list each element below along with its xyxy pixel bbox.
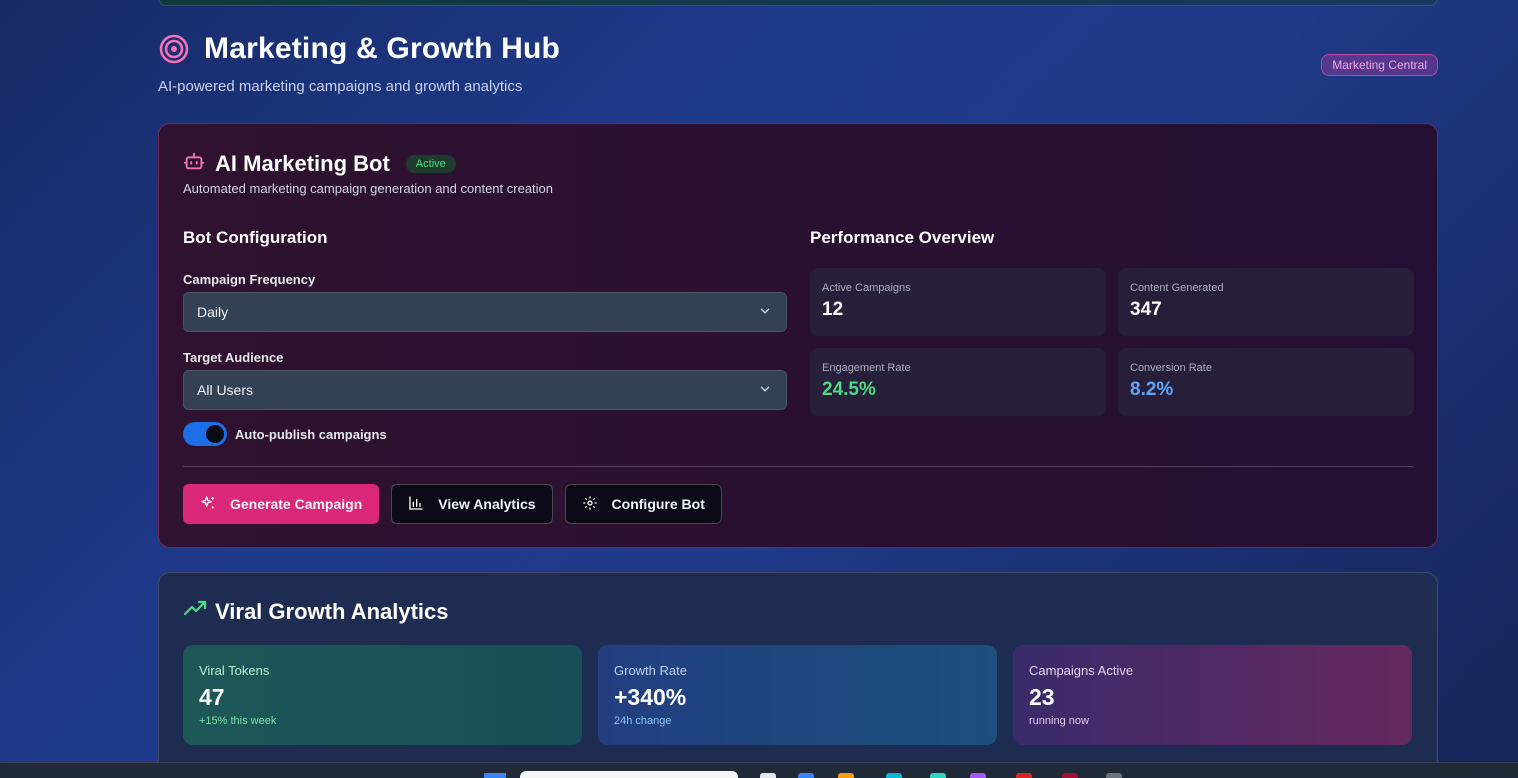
configure-bot-label: Configure Bot (611, 496, 705, 512)
tile-label: Growth Rate (614, 663, 687, 678)
bot-description: Automated marketing campaign generation … (183, 181, 554, 196)
divider (183, 466, 1413, 467)
stat-conversion-rate: Conversion Rate 8.2% (1118, 348, 1414, 416)
stat-value: 8.2% (1130, 379, 1174, 400)
target-audience-select[interactable]: All Users (183, 370, 787, 410)
tile-value: +340% (614, 684, 687, 710)
target-audience-label: Target Audience (183, 350, 284, 365)
performance-overview: Performance Overview Active Campaigns 12… (810, 228, 1414, 416)
bot-icon (183, 150, 205, 177)
taskbar-app-icon[interactable] (838, 773, 854, 778)
taskbar-app-icon[interactable] (930, 773, 946, 778)
stat-label: Conversion Rate (1130, 362, 1212, 374)
tile-note: +15% this week (199, 715, 277, 727)
trending-up-icon (183, 597, 207, 626)
tile-note: running now (1029, 715, 1089, 727)
tile-value: 23 (1029, 684, 1055, 710)
gear-icon (582, 495, 598, 514)
taskbar-search-box[interactable] (520, 771, 738, 778)
stat-engagement-rate: Engagement Rate 24.5% (810, 348, 1106, 416)
chevron-down-icon (758, 304, 772, 321)
viral-growth-analytics-card: Viral Growth Analytics Viral Tokens 47 +… (158, 572, 1438, 778)
sparkles-icon (200, 495, 216, 514)
view-analytics-button[interactable]: View Analytics (391, 484, 553, 524)
taskbar-app-icon[interactable] (760, 773, 776, 778)
taskbar-app-icon[interactable] (970, 773, 986, 778)
growth-title: Viral Growth Analytics (215, 598, 449, 624)
stat-active-campaigns: Active Campaigns 12 (810, 268, 1106, 336)
performance-overview-title: Performance Overview (810, 228, 995, 247)
bar-chart-icon (408, 495, 424, 514)
viral-tokens-tile: Viral Tokens 47 +15% this week (183, 645, 582, 745)
previous-section-edge (158, 0, 1438, 6)
auto-publish-toggle[interactable] (183, 422, 227, 446)
configure-bot-button[interactable]: Configure Bot (564, 484, 722, 524)
taskbar-app-icon[interactable] (1106, 773, 1122, 778)
bot-configuration-title: Bot Configuration (183, 228, 328, 247)
stat-value: 24.5% (822, 379, 876, 400)
campaigns-active-tile: Campaigns Active 23 running now (1013, 645, 1412, 745)
ai-marketing-bot-card: AI Marketing Bot Active Automated market… (158, 123, 1438, 548)
bot-configuration: Bot Configuration Campaign Frequency Dai… (183, 228, 787, 446)
taskbar-app-icon[interactable] (1016, 773, 1032, 778)
os-taskbar (0, 762, 1518, 778)
tile-label: Viral Tokens (199, 663, 270, 678)
campaign-frequency-value: Daily (197, 304, 229, 320)
tile-value: 47 (199, 684, 225, 710)
campaign-frequency-select[interactable]: Daily (183, 292, 787, 332)
toggle-knob (206, 425, 224, 443)
stat-label: Engagement Rate (822, 362, 911, 374)
chevron-down-icon (758, 382, 772, 399)
view-analytics-label: View Analytics (438, 496, 536, 512)
generate-campaign-label: Generate Campaign (230, 496, 363, 512)
stat-label: Content Generated (1130, 282, 1224, 294)
page-subtitle: AI-powered marketing campaigns and growt… (158, 78, 523, 95)
windows-start-icon[interactable] (484, 773, 506, 778)
growth-rate-tile: Growth Rate +340% 24h change (598, 645, 997, 745)
stat-value: 12 (822, 299, 844, 320)
target-audience-value: All Users (197, 382, 254, 398)
bot-status-badge: Active (405, 154, 456, 173)
generate-campaign-button[interactable]: Generate Campaign (183, 484, 380, 524)
taskbar-app-icon[interactable] (886, 773, 902, 778)
taskbar-app-icon[interactable] (798, 773, 814, 778)
target-icon (158, 33, 190, 65)
stat-content-generated: Content Generated 347 (1118, 268, 1414, 336)
page-header: Marketing & Growth Hub AI-powered market… (158, 32, 1438, 102)
tile-note: 24h change (614, 715, 672, 727)
taskbar-app-icon[interactable] (1062, 773, 1078, 778)
bot-title: AI Marketing Bot (215, 150, 390, 176)
bot-actions: Generate Campaign View Analytics Configu… (183, 484, 722, 524)
auto-publish-label: Auto-publish campaigns (235, 426, 387, 442)
campaign-frequency-label: Campaign Frequency (183, 272, 316, 287)
stat-value: 347 (1130, 299, 1162, 320)
stat-label: Active Campaigns (822, 282, 911, 294)
marketing-central-badge: Marketing Central (1321, 54, 1438, 76)
page-title: Marketing & Growth Hub (204, 32, 561, 65)
tile-label: Campaigns Active (1029, 663, 1134, 678)
